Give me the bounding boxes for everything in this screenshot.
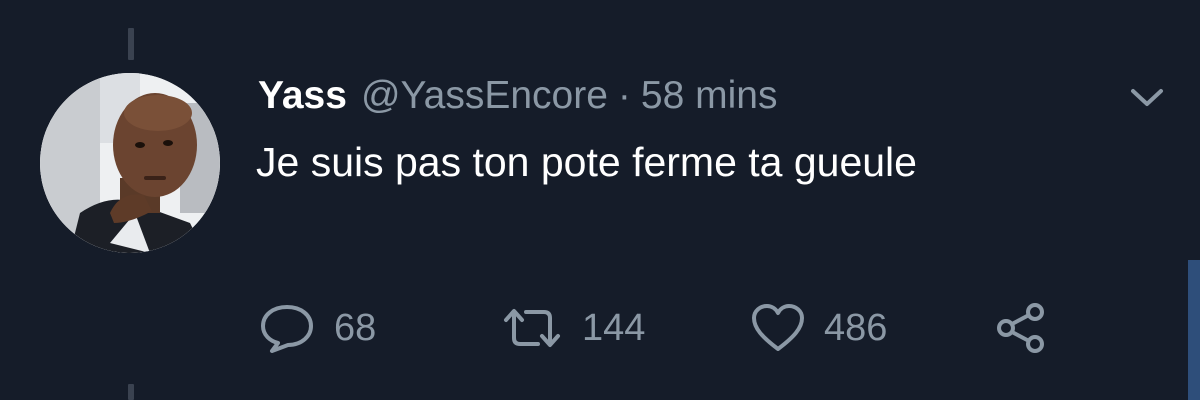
share-button[interactable] (994, 296, 1048, 360)
user-handle[interactable]: @YassEncore (361, 68, 608, 124)
reply-count: 68 (334, 306, 377, 349)
separator-dot: · (617, 74, 631, 117)
thread-line-bottom (128, 384, 134, 400)
tweet-actions: 68 144 486 (0, 296, 1200, 360)
display-name[interactable]: Yass (258, 68, 347, 124)
like-count: 486 (824, 306, 888, 349)
reply-button[interactable]: 68 (258, 296, 376, 360)
thread-line-top (128, 28, 134, 60)
retweet-button[interactable]: 144 (500, 296, 645, 360)
tweet-header: Yass @YassEncore · 58 mins (258, 68, 777, 124)
avatar[interactable] (40, 73, 220, 253)
timestamp[interactable]: 58 mins (641, 68, 778, 124)
share-icon (997, 303, 1044, 353)
heart-icon (752, 304, 804, 351)
tweet-menu-button[interactable] (1124, 80, 1170, 116)
chevron-down-icon (1131, 89, 1163, 106)
tweet-text: Je suis pas ton pote ferme ta gueule (256, 139, 917, 185)
retweet-icon (504, 309, 560, 347)
scrollbar[interactable] (1188, 260, 1200, 400)
reply-icon (261, 305, 313, 353)
like-button[interactable]: 486 (750, 296, 887, 360)
retweet-count: 144 (582, 306, 646, 349)
